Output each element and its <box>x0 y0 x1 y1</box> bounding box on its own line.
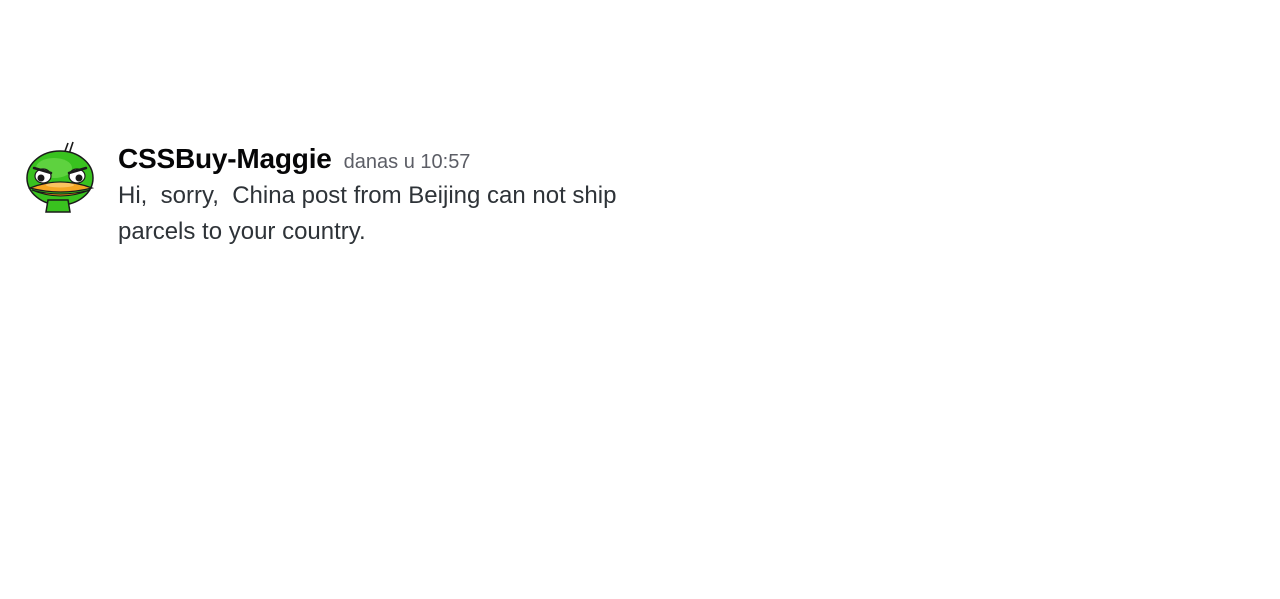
green-duck-icon <box>26 141 95 213</box>
message-timestamp: danas u 10:57 <box>343 151 471 173</box>
message-content: Hi, sorry, China post from Beijing can n… <box>118 182 624 245</box>
avatar[interactable] <box>20 140 98 216</box>
message-header: CSSBuy-Maggie danas u 10:57 <box>118 143 470 175</box>
chat-message: CSSBuy-Maggie danas u 10:57 Hi, sorry, Ch… <box>0 0 1280 599</box>
author-name[interactable]: CSSBuy-Maggie <box>118 143 332 174</box>
